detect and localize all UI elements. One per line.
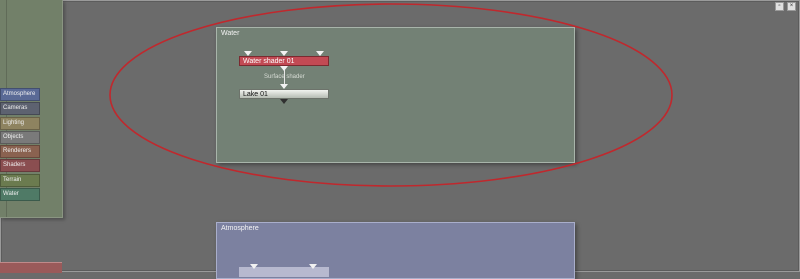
graph-title: Water	[221, 30, 240, 37]
layer-item-water[interactable]: Water	[0, 188, 40, 202]
window-controls: ▫ ×	[775, 2, 796, 11]
layer-item-terrain[interactable]: Terrain	[0, 173, 40, 187]
layer-item-shaders[interactable]: Shaders	[0, 159, 40, 173]
layer-item-cameras[interactable]: Cameras	[0, 102, 40, 116]
layer-item-lighting[interactable]: Lighting	[0, 116, 40, 130]
output-port-icon[interactable]	[280, 99, 288, 104]
layer-item-objects[interactable]: Objects	[0, 130, 40, 144]
close-button[interactable]: ×	[787, 2, 796, 11]
graph-title: Atmosphere	[221, 225, 259, 232]
input-port-icon[interactable]	[309, 264, 317, 269]
connection-label: Surface shader	[264, 74, 305, 80]
layer-sidebar: Atmosphere Cameras Lighting Objects Rend…	[0, 0, 63, 218]
minimize-button[interactable]: ▫	[775, 2, 784, 11]
atmosphere-graph-panel[interactable]: Atmosphere	[216, 222, 575, 279]
layer-item-atmosphere[interactable]: Atmosphere	[0, 88, 40, 101]
collapsed-panel-tab[interactable]	[0, 262, 62, 273]
layer-list: Atmosphere Cameras Lighting Objects Rend…	[0, 88, 40, 202]
layer-item-renderers[interactable]: Renderers	[0, 145, 40, 159]
input-port-icon[interactable]	[250, 264, 258, 269]
water-shader-node[interactable]: Water shader 01	[239, 56, 329, 66]
lake-node[interactable]: Lake 01	[239, 89, 329, 99]
